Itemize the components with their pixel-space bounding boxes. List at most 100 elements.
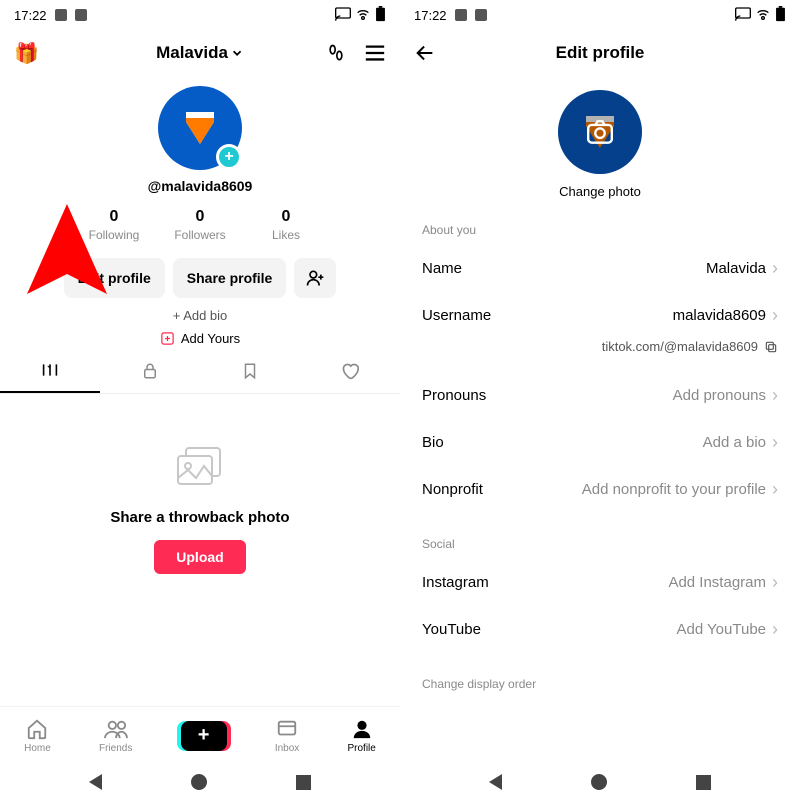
battery-icon (775, 6, 786, 25)
profile-link[interactable]: tiktok.com/@malavida8609 (400, 339, 800, 362)
sys-back-icon[interactable] (89, 774, 102, 790)
avatar[interactable]: malavida.com + (158, 86, 242, 170)
photo-stack-icon (172, 444, 228, 492)
nav-label: Profile (348, 743, 376, 754)
account-switcher[interactable]: Malavida (156, 43, 244, 63)
status-time: 17:22 (414, 8, 447, 23)
profile-content: malavida.com + @malavida8609 0 Following… (0, 76, 400, 706)
profile-handle: @malavida8609 (148, 178, 253, 194)
battery-icon (375, 6, 386, 25)
change-photo-avatar[interactable]: malavida.com (558, 90, 642, 174)
nav-friends[interactable]: Friends (99, 718, 132, 754)
wifi-icon (755, 7, 771, 24)
status-time: 17:22 (14, 8, 47, 23)
profile-actions: Edit profile Share profile (0, 258, 400, 298)
section-display-order: Change display order (400, 653, 800, 699)
page-title: Edit profile (556, 43, 645, 63)
section-about: About you (400, 199, 800, 245)
row-key: Pronouns (422, 387, 486, 404)
row-instagram[interactable]: Instagram Add Instagram › (400, 559, 800, 606)
row-youtube[interactable]: YouTube Add YouTube› (400, 606, 800, 653)
frame-plus-icon (160, 331, 175, 346)
add-yours-button[interactable]: Add Yours (0, 331, 400, 346)
stat-label: Followers (157, 228, 243, 242)
home-icon (25, 718, 49, 740)
chevron-right-icon: › (772, 572, 778, 593)
cast-icon (735, 7, 751, 24)
upload-button[interactable]: Upload (154, 540, 245, 574)
status-indicator-icon (475, 9, 487, 21)
row-value: malavida8609 (673, 307, 766, 324)
system-nav (400, 764, 800, 800)
sys-home-icon[interactable] (591, 774, 607, 790)
sys-home-icon[interactable] (191, 774, 207, 790)
row-key: Name (422, 260, 462, 277)
chevron-right-icon: › (772, 432, 778, 453)
change-photo-label[interactable]: Change photo (559, 184, 641, 199)
tab-private[interactable] (100, 362, 200, 393)
nav-create[interactable]: + (181, 721, 227, 751)
add-friend-button[interactable] (294, 258, 336, 298)
add-bio-button[interactable]: + Add bio (0, 308, 400, 323)
footprint-icon[interactable] (326, 43, 346, 63)
status-indicator-icon (75, 9, 87, 21)
gift-icon[interactable]: 🎁 (14, 41, 39, 66)
row-key: Instagram (422, 574, 489, 591)
inbox-icon (275, 718, 299, 740)
camera-icon (585, 119, 615, 145)
row-value: Add nonprofit to your profile (582, 481, 766, 498)
back-button[interactable] (414, 42, 436, 64)
stat-num: 0 (157, 208, 243, 226)
sys-recents-icon[interactable] (696, 775, 711, 790)
tab-liked[interactable] (300, 362, 400, 393)
row-name[interactable]: Name Malavida› (400, 245, 800, 292)
stat-likes[interactable]: 0 Likes (243, 208, 329, 242)
empty-message: Share a throwback photo (0, 509, 400, 526)
profile-icon (351, 718, 373, 740)
copy-icon (764, 340, 778, 354)
nav-inbox[interactable]: Inbox (275, 718, 299, 754)
row-value: Add Instagram (668, 574, 766, 591)
stat-num: 0 (243, 208, 329, 226)
nav-label: Home (24, 743, 51, 754)
plus-badge-icon[interactable]: + (216, 144, 242, 170)
chevron-down-icon (230, 46, 244, 60)
row-nonprofit[interactable]: Nonprofit Add nonprofit to your profile› (400, 466, 800, 513)
stat-label: Likes (243, 228, 329, 242)
bottom-nav: Home Friends + Inbox Profile (0, 706, 400, 764)
feed-tabs (0, 362, 400, 394)
edit-profile-button[interactable]: Edit profile (64, 258, 165, 298)
row-bio[interactable]: Bio Add a bio› (400, 419, 800, 466)
nav-profile[interactable]: Profile (348, 718, 376, 754)
tab-grid[interactable] (0, 362, 100, 393)
row-key: YouTube (422, 621, 481, 638)
stat-following[interactable]: 0 Following (71, 208, 157, 242)
nav-label: Inbox (275, 743, 299, 754)
section-social: Social (400, 513, 800, 559)
nav-home[interactable]: Home (24, 718, 51, 754)
sys-back-icon[interactable] (489, 774, 502, 790)
account-name: Malavida (156, 43, 228, 63)
share-profile-button[interactable]: Share profile (173, 258, 287, 298)
stat-label: Following (71, 228, 157, 242)
row-key: Bio (422, 434, 444, 451)
sys-recents-icon[interactable] (296, 775, 311, 790)
chevron-right-icon: › (772, 385, 778, 406)
menu-icon[interactable] (364, 44, 386, 62)
top-bar: Edit profile (400, 30, 800, 76)
chevron-right-icon: › (772, 479, 778, 500)
tab-saved[interactable] (200, 362, 300, 393)
row-username[interactable]: Username malavida8609› (400, 292, 800, 339)
edit-profile-content: malavida.com Change photo About you Name… (400, 76, 800, 764)
status-bar: 17:22 (400, 0, 800, 30)
stat-followers[interactable]: 0 Followers (157, 208, 243, 242)
chevron-right-icon: › (772, 619, 778, 640)
row-value: Malavida (706, 260, 766, 277)
row-value: Add pronouns (673, 387, 766, 404)
phone-right: 17:22 Edit profile malavida.com (400, 0, 800, 800)
phone-left: 17:22 🎁 Malavida (0, 0, 400, 800)
cast-icon (335, 7, 351, 24)
stat-num: 0 (71, 208, 157, 226)
add-yours-label: Add Yours (181, 331, 240, 346)
row-pronouns[interactable]: Pronouns Add pronouns › (400, 372, 800, 419)
